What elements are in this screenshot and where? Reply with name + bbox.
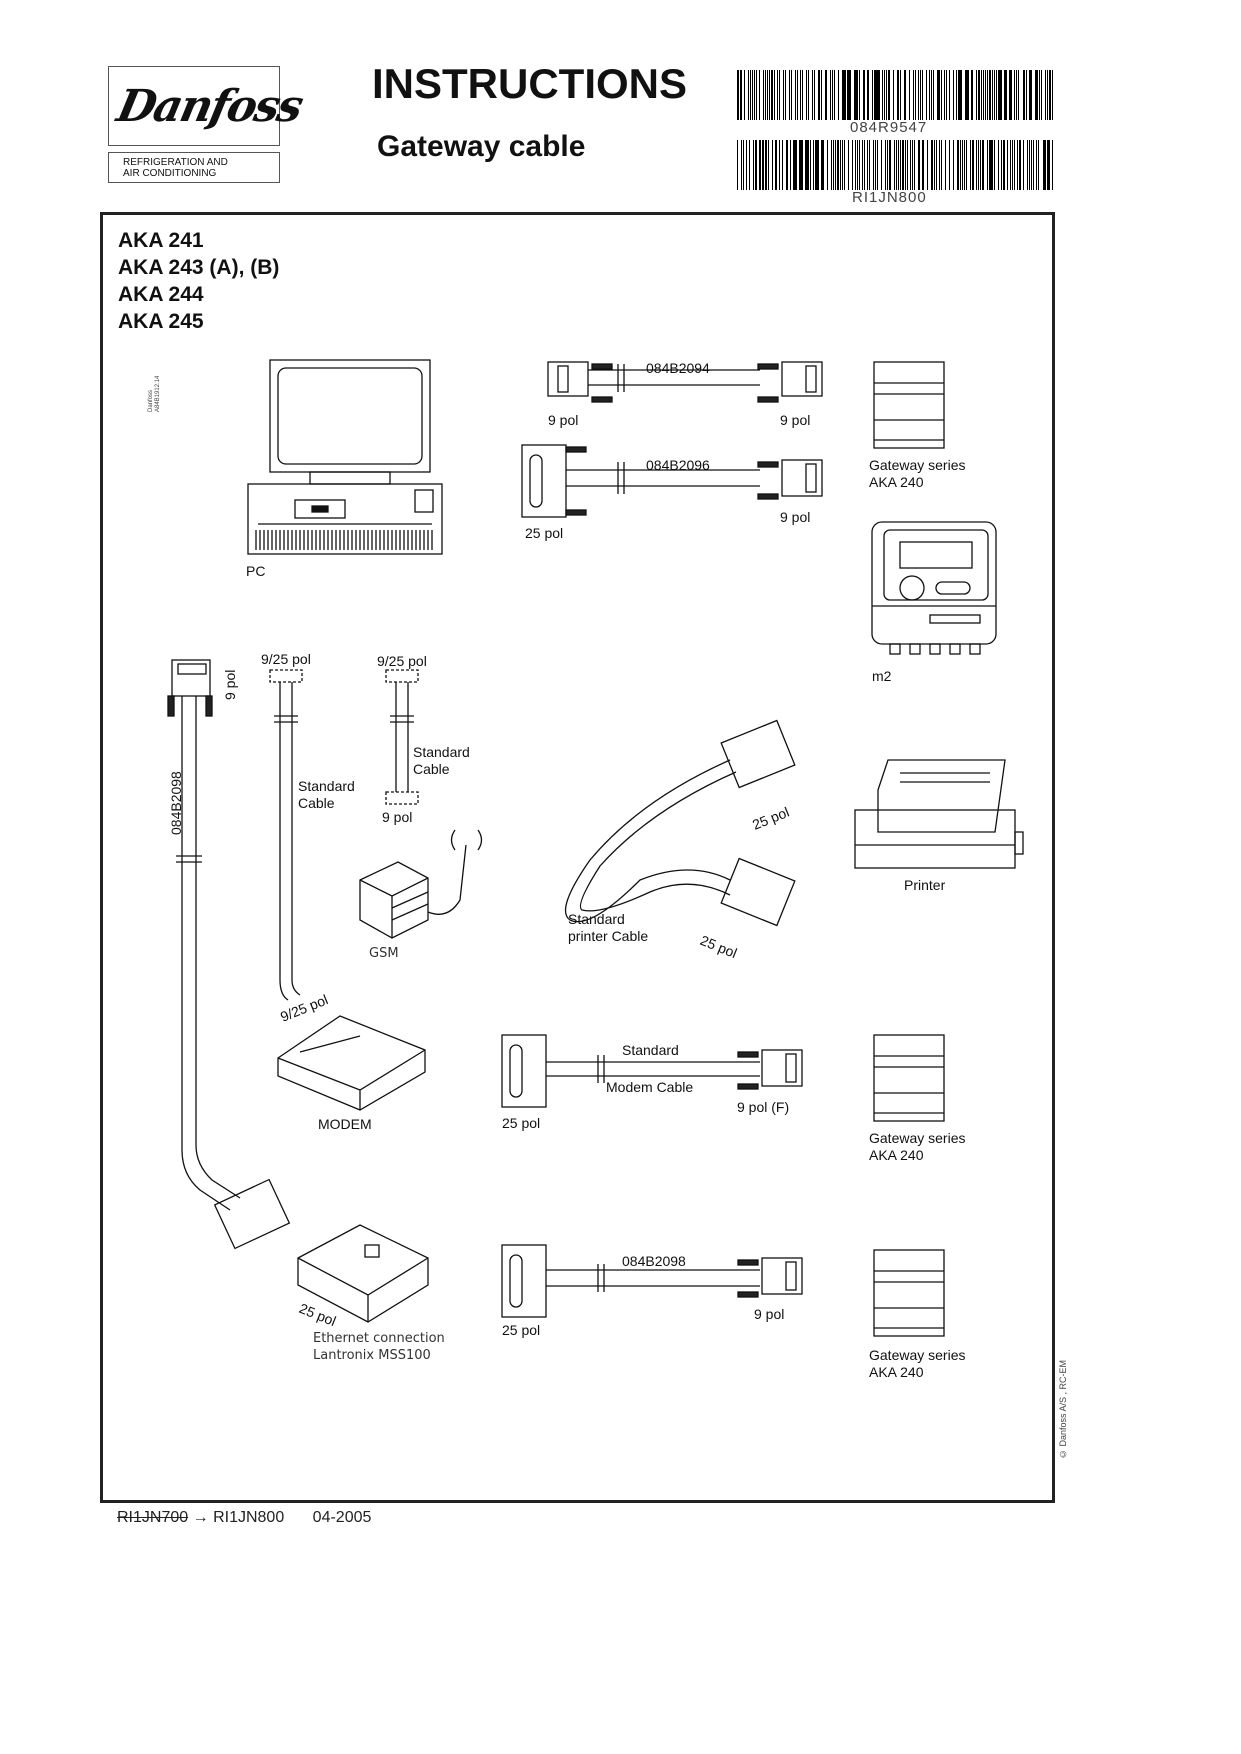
ethernet-cable-part: 084B2098 <box>622 1253 686 1269</box>
gateway-icon-3 <box>873 1249 945 1337</box>
std-cable-a-top: 9/25 pol <box>261 651 311 667</box>
std-cable-b-top: 9/25 pol <box>377 653 427 669</box>
new-code: RI1JN800 <box>213 1509 285 1526</box>
printer-label: Printer <box>904 877 946 893</box>
standard-cable-b <box>385 669 419 805</box>
gateway-icon-2 <box>873 1034 945 1122</box>
footer: RI1JN700 → RI1JN800 04-2005 <box>117 1509 371 1527</box>
cable2-right-label: 9 pol <box>780 509 811 525</box>
cable1-right-label: 9 pol <box>780 412 811 428</box>
gateway-label-1: Gateway series AKA 240 <box>869 457 965 491</box>
gsm-label: GSM <box>369 946 399 961</box>
modem-cable-left: 25 pol <box>502 1115 541 1131</box>
ethernet-label: Ethernet connection Lantronix MSS100 <box>313 1330 445 1364</box>
cable1-part: 084B2094 <box>646 360 710 376</box>
printer-cable-line1: Standard <box>568 911 625 927</box>
printer-cable-line2: printer Cable <box>568 928 649 944</box>
gateway-label-3: Gateway series AKA 240 <box>869 1347 965 1381</box>
gateway-label-line1: Gateway series <box>869 1347 966 1363</box>
ethernet-cable-right: 9 pol <box>754 1306 785 1322</box>
printer-cable-label: Standard printer Cable <box>568 911 648 945</box>
gateway-label-line2: AKA 240 <box>869 1147 924 1163</box>
modem-cable-label-1: Standard <box>622 1042 679 1058</box>
printer-icon <box>854 759 1024 869</box>
std-cable-b-label: Standard Cable <box>413 744 470 778</box>
cable1-left-label: 9 pol <box>548 412 579 428</box>
arrow-icon: → <box>192 1509 209 1526</box>
copyright: © Danfoss A/S , RC-EM <box>1058 1360 1068 1460</box>
cable-084B2096 <box>521 444 823 518</box>
modem-cable-label-2: Modem Cable <box>606 1079 694 1095</box>
cable2-left-label: 25 pol <box>525 525 564 541</box>
gateway-label-line1: Gateway series <box>869 457 966 473</box>
gateway-icon-1 <box>873 361 945 449</box>
standard-cable-a <box>269 669 303 1001</box>
modem-label: MODEM <box>318 1116 372 1132</box>
gsm-icon <box>359 829 483 939</box>
std-cable-a-label: Standard Cable <box>298 778 355 812</box>
modem-icon <box>277 1015 426 1111</box>
gateway-label-2: Gateway series AKA 240 <box>869 1130 965 1164</box>
old-code: RI1JN700 <box>117 1509 189 1526</box>
pc-label: PC <box>246 563 266 579</box>
std-cable-b-line2: Cable <box>413 761 450 777</box>
std-cable-a-line1: Standard <box>298 778 355 794</box>
ethernet-label-line2: Lantronix MSS100 <box>313 1348 431 1363</box>
cable-084B2098-vertical <box>167 659 291 1250</box>
vertical-cable-top-label: 9 pol <box>222 669 238 700</box>
m2-controller-icon <box>871 521 997 655</box>
ethernet-cable-left: 25 pol <box>502 1322 541 1338</box>
std-cable-b-bottom: 9 pol <box>382 809 413 825</box>
gateway-label-line1: Gateway series <box>869 1130 966 1146</box>
modem-cable-right: 9 pol (F) <box>737 1099 790 1115</box>
ethernet-label-line1: Ethernet connection <box>313 1331 445 1346</box>
std-cable-a-line2: Cable <box>298 795 335 811</box>
gateway-label-line2: AKA 240 <box>869 1364 924 1380</box>
vertical-cable-part: 084B2098 <box>168 771 184 835</box>
m2-label: m2 <box>872 668 892 684</box>
wiring-diagram <box>167 359 1024 1337</box>
cable2-part: 084B2096 <box>646 457 710 473</box>
std-cable-b-line1: Standard <box>413 744 470 760</box>
revision-date: 04-2005 <box>312 1509 372 1526</box>
pc-icon <box>247 359 443 555</box>
gateway-label-line2: AKA 240 <box>869 474 924 490</box>
